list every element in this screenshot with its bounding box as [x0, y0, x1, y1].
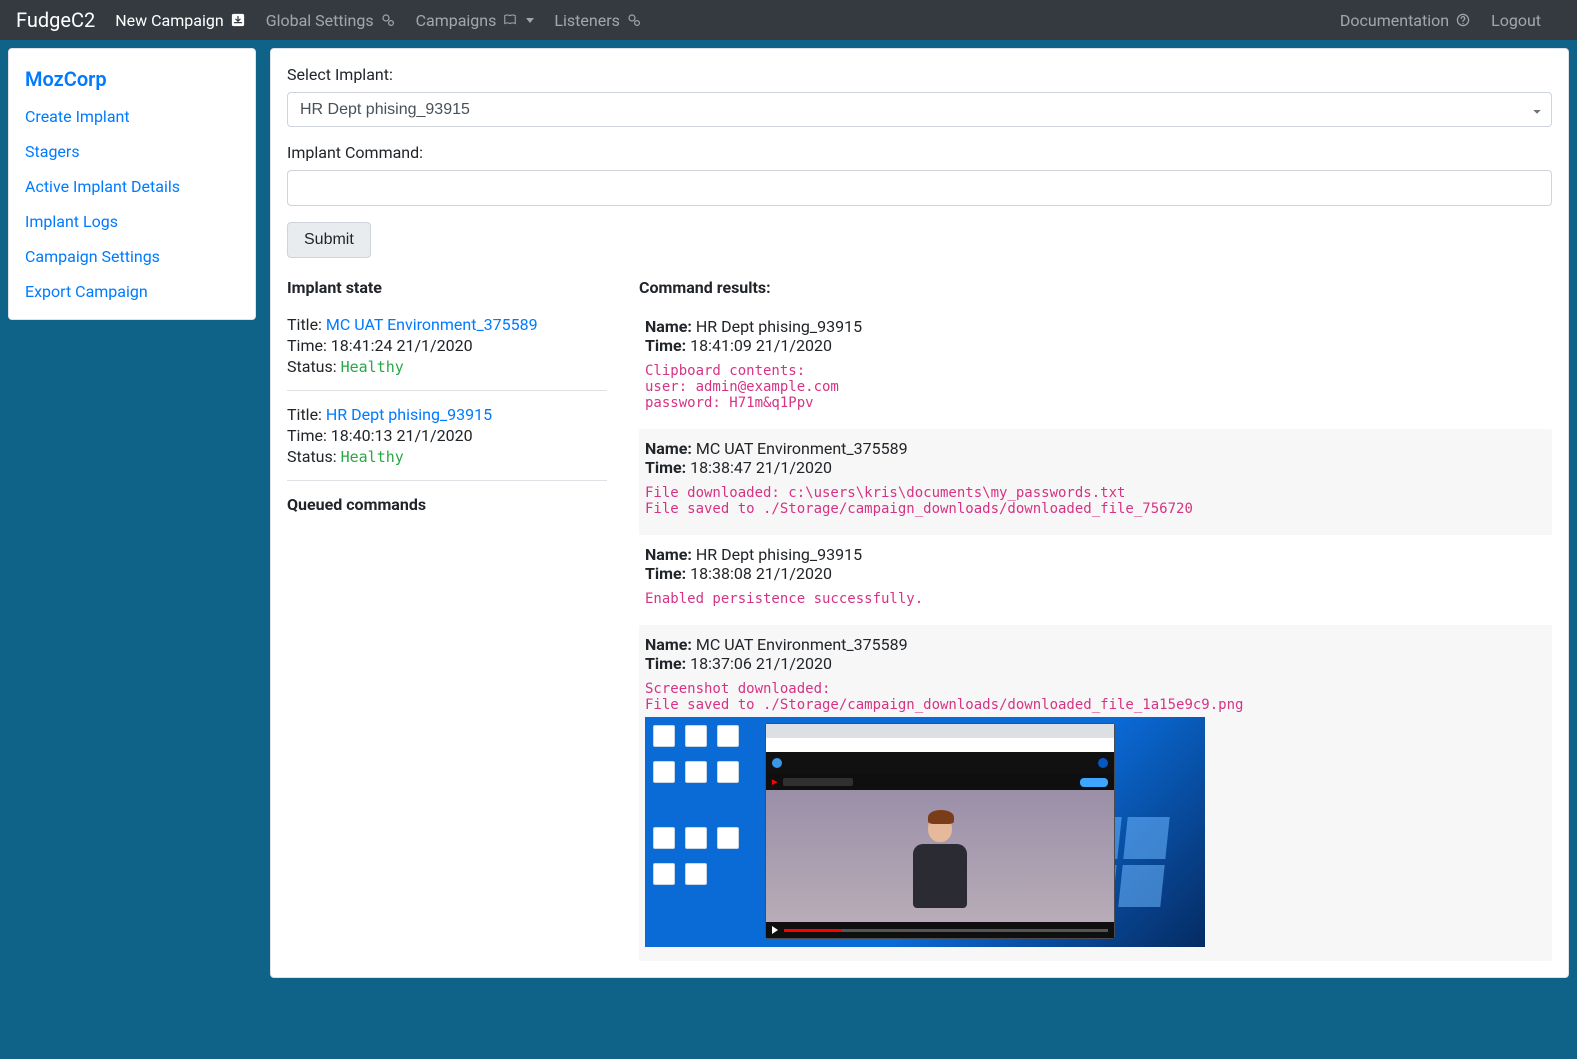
implant-state-entry: Title: HR Dept phising_93915 Time: 18:40… — [287, 397, 607, 481]
result-time-label: Time: — [645, 654, 690, 673]
result-screenshot: ▶ — [645, 717, 1205, 947]
nav-campaigns-label: Campaigns — [416, 11, 497, 30]
status-label: Status: — [287, 447, 341, 466]
title-label: Title: — [287, 315, 326, 334]
question-circle-icon — [1455, 12, 1471, 28]
implant-status: Healthy — [341, 358, 404, 376]
implant-command-label: Implant Command: — [287, 143, 1552, 162]
implant-command-input[interactable] — [287, 170, 1552, 206]
sidebar-item-export-campaign[interactable]: Export Campaign — [9, 274, 255, 309]
title-label: Title: — [287, 405, 326, 424]
nav-campaigns[interactable]: Campaigns — [416, 11, 535, 30]
gears-icon — [626, 12, 642, 28]
result-name-label: Name: — [645, 545, 696, 564]
nav-global-settings-label: Global Settings — [266, 11, 374, 30]
result-name-label: Name: — [645, 439, 696, 458]
implant-status: Healthy — [341, 448, 404, 466]
result-name: MC UAT Environment_375589 — [696, 635, 908, 654]
implant-time: 18:41:24 21/1/2020 — [331, 336, 473, 355]
sidebar-item-create-implant[interactable]: Create Implant — [9, 99, 255, 134]
result-name: HR Dept phising_93915 — [696, 317, 862, 336]
result-time: 18:38:47 21/1/2020 — [690, 458, 832, 477]
book-icon — [502, 12, 518, 28]
result-output: Clipboard contents: user: admin@example.… — [645, 363, 1546, 411]
result-output: File downloaded: c:\users\kris\documents… — [645, 485, 1546, 517]
brand[interactable]: FudgeC2 — [16, 4, 95, 36]
implant-state-heading: Implant state — [287, 278, 607, 297]
command-result-entry: Name: MC UAT Environment_375589 Time: 18… — [639, 429, 1552, 535]
nav-listeners[interactable]: Listeners — [554, 11, 641, 30]
nav-new-campaign[interactable]: New Campaign — [115, 11, 245, 30]
sidebar-title[interactable]: MozCorp — [9, 59, 255, 99]
implant-title-link[interactable]: HR Dept phising_93915 — [326, 405, 492, 424]
nav-documentation-label: Documentation — [1340, 11, 1449, 30]
navbar: FudgeC2 New Campaign Global Settings Cam… — [0, 0, 1577, 40]
result-output: Enabled persistence successfully. — [645, 591, 1546, 607]
command-result-entry: Name: HR Dept phising_93915 Time: 18:38:… — [639, 535, 1552, 625]
result-time-label: Time: — [645, 336, 690, 355]
result-time-label: Time: — [645, 564, 690, 583]
result-time: 18:41:09 21/1/2020 — [690, 336, 832, 355]
result-name-label: Name: — [645, 635, 696, 654]
sidebar-item-campaign-settings[interactable]: Campaign Settings — [9, 239, 255, 274]
command-result-entry: Name: MC UAT Environment_375589 Time: 18… — [639, 625, 1552, 961]
sidebar-item-active-implant-details[interactable]: Active Implant Details — [9, 169, 255, 204]
submit-button[interactable]: Submit — [287, 222, 371, 258]
nav-listeners-label: Listeners — [554, 11, 619, 30]
result-output: Screenshot downloaded: File saved to ./S… — [645, 681, 1546, 713]
select-implant[interactable]: HR Dept phising_93915 — [287, 92, 1552, 127]
result-name: HR Dept phising_93915 — [696, 545, 862, 564]
implant-time: 18:40:13 21/1/2020 — [331, 426, 473, 445]
chevron-down-icon — [526, 18, 534, 23]
sidebar-item-implant-logs[interactable]: Implant Logs — [9, 204, 255, 239]
nav-documentation[interactable]: Documentation — [1340, 11, 1471, 30]
command-results-heading: Command results: — [639, 278, 1552, 297]
result-time-label: Time: — [645, 458, 690, 477]
result-name: MC UAT Environment_375589 — [696, 439, 908, 458]
nav-logout[interactable]: Logout — [1491, 11, 1541, 30]
time-label: Time: — [287, 336, 331, 355]
nav-global-settings[interactable]: Global Settings — [266, 11, 396, 30]
command-result-entry: Name: HR Dept phising_93915 Time: 18:41:… — [639, 307, 1552, 429]
time-label: Time: — [287, 426, 331, 445]
result-name-label: Name: — [645, 317, 696, 336]
gears-icon — [380, 12, 396, 28]
nav-new-campaign-label: New Campaign — [115, 11, 223, 30]
sidebar: MozCorp Create Implant Stagers Active Im… — [8, 48, 256, 320]
queued-commands-heading: Queued commands — [287, 495, 607, 514]
select-implant-label: Select Implant: — [287, 65, 1552, 84]
main-panel: Select Implant: HR Dept phising_93915 Im… — [270, 48, 1569, 978]
implant-title-link[interactable]: MC UAT Environment_375589 — [326, 315, 538, 334]
sidebar-item-stagers[interactable]: Stagers — [9, 134, 255, 169]
result-time: 18:37:06 21/1/2020 — [690, 654, 832, 673]
result-time: 18:38:08 21/1/2020 — [690, 564, 832, 583]
implant-state-entry: Title: MC UAT Environment_375589 Time: 1… — [287, 307, 607, 391]
download-icon — [230, 12, 246, 28]
status-label: Status: — [287, 357, 341, 376]
